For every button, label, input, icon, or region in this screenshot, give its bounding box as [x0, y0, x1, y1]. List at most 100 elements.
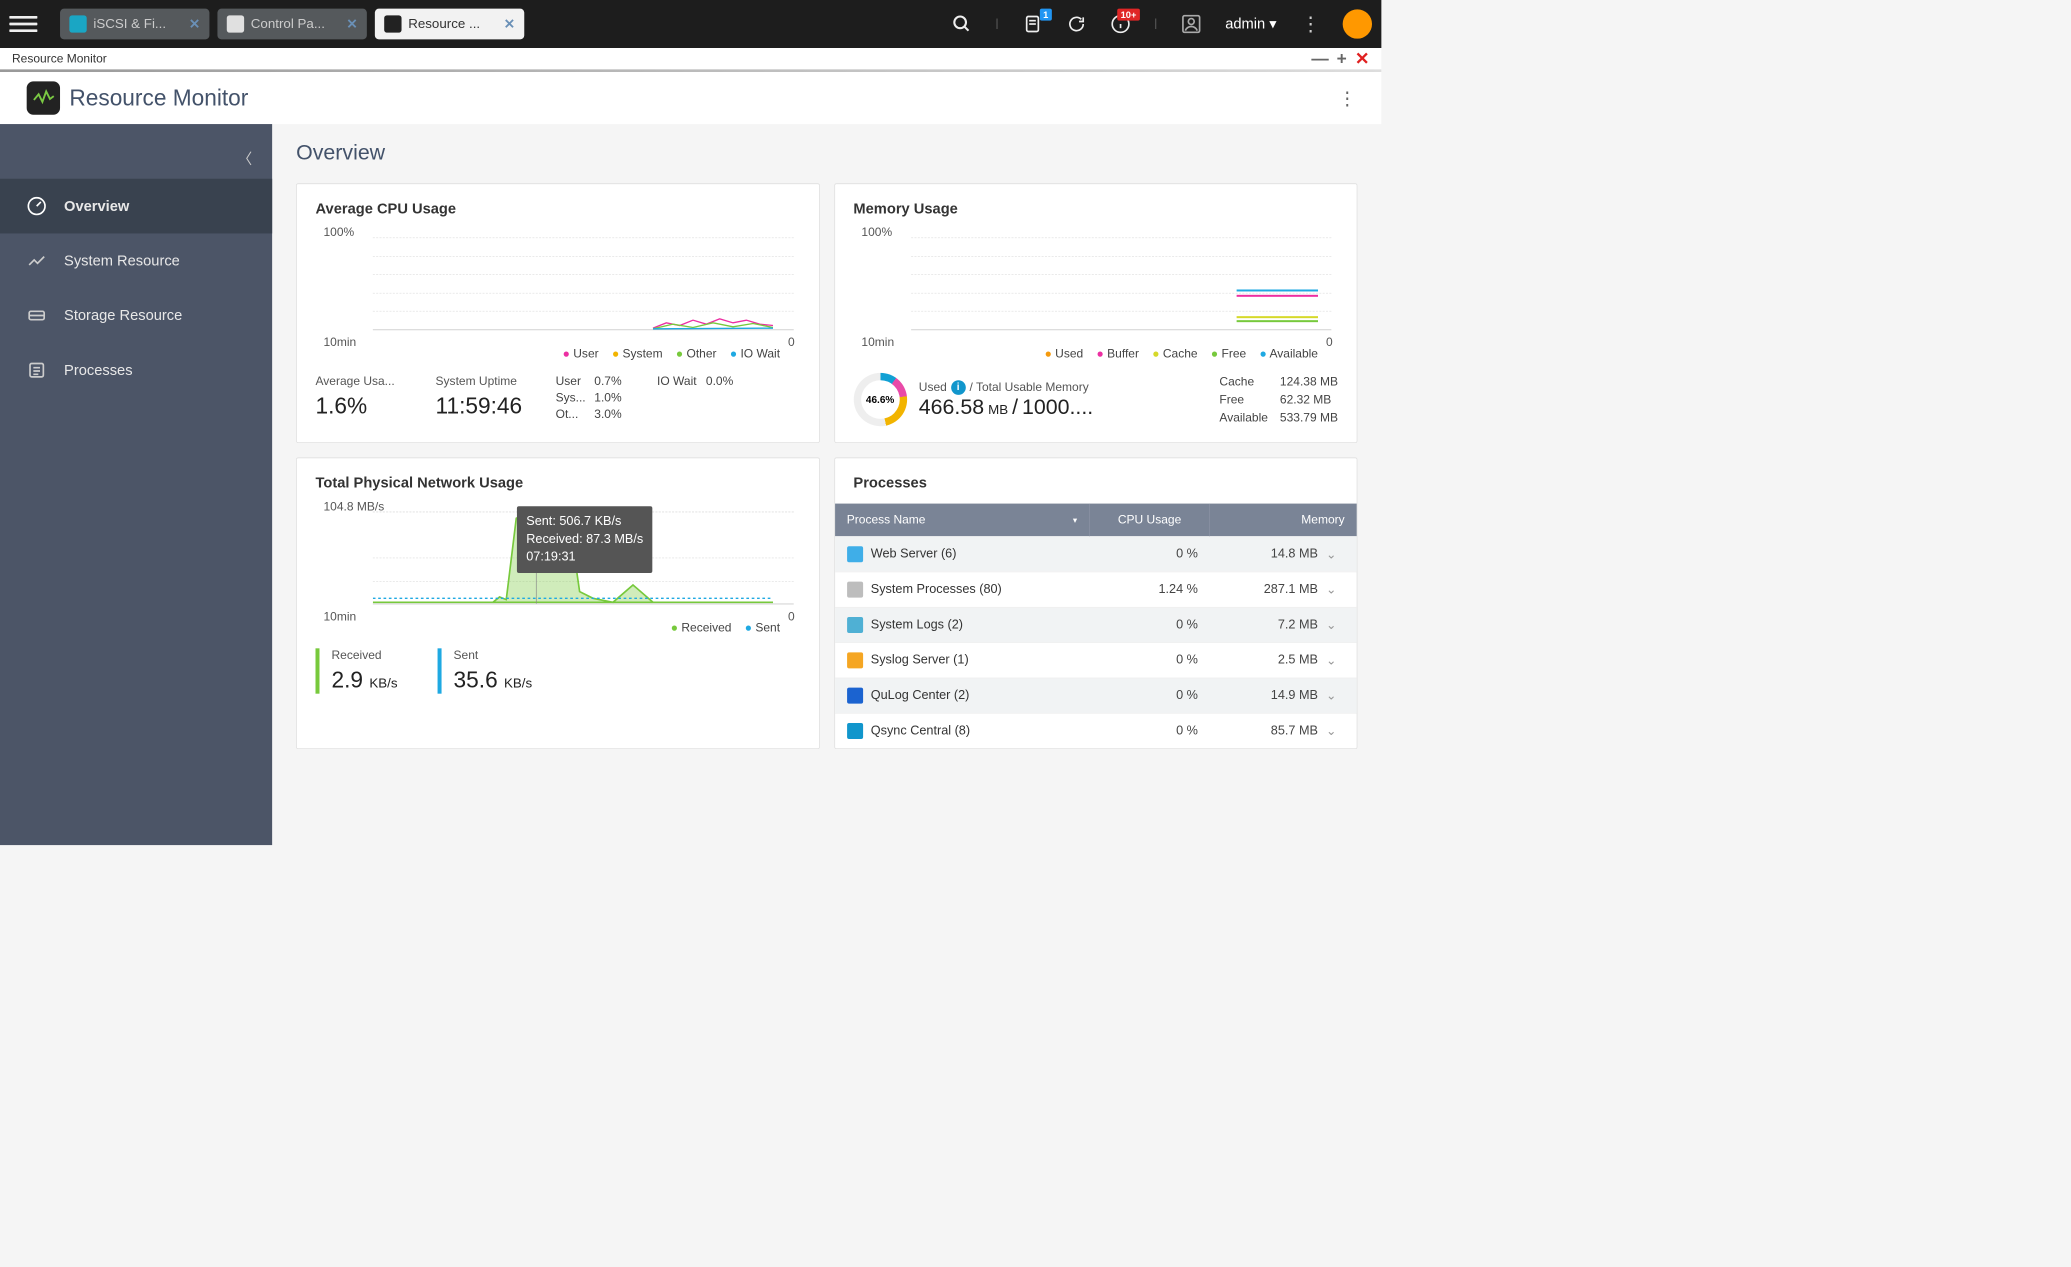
card-memory: Memory Usage 100% 10min 0 Used Buffer: [834, 183, 1357, 442]
table-row[interactable]: Qsync Central (8) 0 % 85.7 MB ⌄: [835, 713, 1357, 748]
sidebar-item-system-resource[interactable]: System Resource: [0, 233, 272, 288]
process-cpu: 0 %: [1078, 653, 1198, 668]
table-row[interactable]: Syslog Server (1) 0 % 2.5 MB ⌄: [835, 642, 1357, 677]
more-icon[interactable]: ⋮: [1301, 12, 1319, 35]
table-row[interactable]: QuLog Center (2) 0 % 14.9 MB ⌄: [835, 678, 1357, 713]
legend-item: Received: [671, 621, 732, 635]
process-icon: [847, 688, 863, 704]
table-header: Process Name▾ CPU Usage Memory: [835, 504, 1357, 537]
user-icon[interactable]: [1181, 14, 1201, 34]
close-icon[interactable]: ✕: [504, 16, 515, 33]
legend-item: User: [563, 347, 599, 361]
process-cpu: 0 %: [1078, 724, 1198, 739]
app-title: Resource Monitor: [69, 85, 248, 111]
badge: 1: [1040, 9, 1052, 21]
dashboard-icon[interactable]: [1343, 9, 1372, 38]
chevron-down-icon[interactable]: ⌄: [1318, 582, 1345, 597]
y-axis-max: 100%: [323, 225, 354, 239]
legend-item: Available: [1260, 347, 1318, 361]
donut-pct: 46.6%: [866, 394, 894, 405]
memory-donut: 46.6%: [853, 373, 906, 426]
cpu-sparkline: [373, 316, 773, 329]
tab-label: Control Pa...: [251, 16, 325, 31]
process-cpu: 0 %: [1078, 618, 1198, 633]
card-cpu: Average CPU Usage 100% 10min 0 User: [296, 183, 819, 442]
stat-value: 1000....: [1022, 395, 1093, 420]
tab-control-panel[interactable]: Control Pa... ✕: [217, 9, 366, 40]
card-processes: Processes Process Name▾ CPU Usage Memory…: [834, 458, 1357, 749]
sidebar-item-overview[interactable]: Overview: [0, 179, 272, 234]
process-icon: [847, 546, 863, 562]
network-chart: 104.8 MB/s 10min 0 Sent: 506.7 KB/s: [315, 501, 800, 618]
stat-label: Average Usa...: [315, 374, 415, 388]
close-icon[interactable]: ✕: [189, 16, 200, 33]
sort-icon[interactable]: ▾: [1073, 515, 1077, 526]
x-axis-min: 10min: [861, 336, 894, 350]
sidebar: 〈 Overview System Resource Storage Resou…: [0, 124, 272, 845]
axis-zero: 0: [1326, 336, 1333, 350]
table-row[interactable]: System Logs (2) 0 % 7.2 MB ⌄: [835, 607, 1357, 642]
process-name: Qsync Central (8): [871, 724, 970, 739]
task-tabs: iSCSI & Fi...✕ Control Pa... ✕ Resource .…: [60, 9, 524, 40]
close-button[interactable]: ✕: [1355, 48, 1370, 69]
close-icon[interactable]: ✕: [346, 16, 357, 33]
stat-received: Received 2.9 KB/s: [315, 648, 397, 693]
process-memory: 2.5 MB: [1198, 653, 1318, 668]
sidebar-item-storage-resource[interactable]: Storage Resource: [0, 288, 272, 343]
card-title: Processes: [853, 474, 1338, 491]
collapse-button[interactable]: 〈: [0, 137, 272, 178]
table-row[interactable]: Web Server (6) 0 % 14.8 MB ⌄: [835, 536, 1357, 571]
memory-legend: Used Buffer Cache Free Available: [853, 347, 1318, 361]
sidebar-item-processes[interactable]: Processes: [0, 343, 272, 398]
stat-sent: Sent 35.6 KB/s: [438, 648, 533, 693]
sidebar-item-label: Storage Resource: [64, 307, 182, 324]
chevron-down-icon[interactable]: ⌄: [1318, 547, 1345, 562]
app-menu-icon[interactable]: ⋮: [1338, 87, 1355, 109]
sync-icon[interactable]: [1066, 14, 1086, 34]
sidebar-item-label: System Resource: [64, 252, 180, 269]
legend-item: Buffer: [1097, 347, 1139, 361]
process-name: System Processes (80): [871, 582, 1002, 597]
axis-zero: 0: [788, 336, 795, 350]
minimize-button[interactable]: —: [1311, 48, 1328, 69]
col-process-name[interactable]: Process Name▾: [835, 504, 1090, 537]
chevron-down-icon[interactable]: ⌄: [1318, 688, 1345, 703]
tab-iscsi[interactable]: iSCSI & Fi...✕: [60, 9, 209, 40]
stat-value: 466.58: [919, 395, 984, 420]
sidebar-item-label: Processes: [64, 362, 133, 379]
legend-item: IO Wait: [730, 347, 780, 361]
x-axis-min: 10min: [323, 336, 356, 350]
process-icon: [847, 617, 863, 633]
chevron-down-icon[interactable]: ⌄: [1318, 723, 1345, 738]
col-memory[interactable]: Memory: [1210, 504, 1357, 537]
process-icon: [847, 582, 863, 598]
process-name: QuLog Center (2): [871, 688, 970, 703]
chevron-down-icon[interactable]: ⌄: [1318, 653, 1345, 668]
process-memory: 287.1 MB: [1198, 582, 1318, 597]
table-row[interactable]: System Processes (80) 1.24 % 287.1 MB ⌄: [835, 572, 1357, 607]
tab-resource-monitor[interactable]: Resource ...✕: [375, 9, 524, 40]
col-cpu-usage[interactable]: CPU Usage: [1090, 504, 1210, 537]
search-icon[interactable]: [952, 14, 972, 34]
stat-label: Sent: [454, 648, 533, 662]
process-table: Process Name▾ CPU Usage Memory Web Serve…: [835, 504, 1357, 749]
main-content: Overview Average CPU Usage 100% 10min 0: [272, 124, 1381, 845]
maximize-button[interactable]: +: [1337, 48, 1347, 69]
stat-value: 1.6%: [315, 394, 415, 420]
hamburger-menu-button[interactable]: [9, 10, 37, 38]
stat-label: IO Wait: [657, 374, 697, 388]
memory-chart: 100% 10min 0: [853, 227, 1338, 344]
chevron-down-icon[interactable]: ⌄: [1318, 617, 1345, 632]
stat-value: 0.0%: [706, 374, 733, 388]
process-cpu: 0 %: [1078, 547, 1198, 562]
card-title: Total Physical Network Usage: [315, 474, 800, 491]
info-icon[interactable]: 10+: [1110, 14, 1130, 34]
process-name: Web Server (6): [871, 547, 957, 562]
stat-value: 35.6: [454, 668, 498, 693]
clipboard-icon[interactable]: 1: [1022, 14, 1042, 34]
legend-item: Free: [1211, 347, 1246, 361]
process-icon: [847, 723, 863, 739]
user-menu[interactable]: admin ▾: [1225, 15, 1276, 32]
process-name: System Logs (2): [871, 618, 963, 633]
info-icon[interactable]: i: [951, 380, 966, 395]
